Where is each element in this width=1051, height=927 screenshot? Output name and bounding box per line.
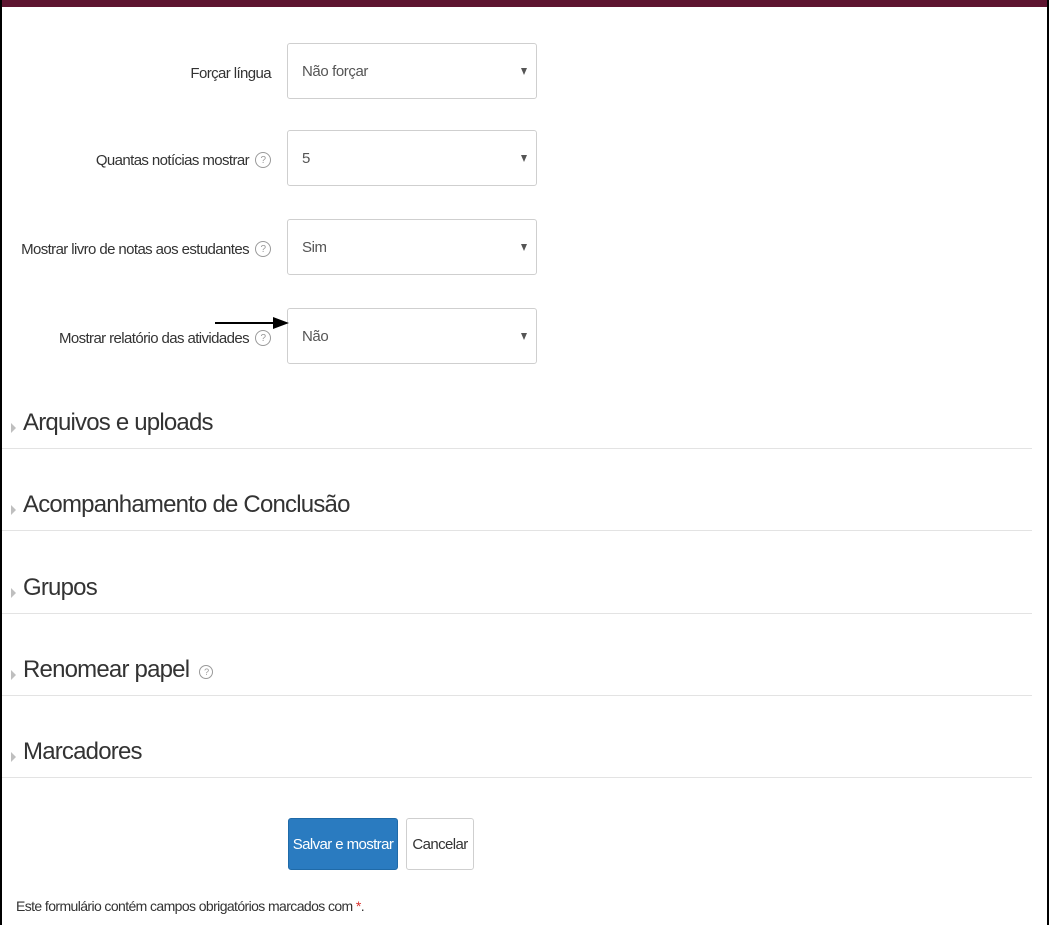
top-bar: [2, 0, 1047, 7]
section-rename-role[interactable]: Renomear papel ?: [2, 655, 1032, 696]
section-title-text: Acompanhamento de Conclusão: [23, 491, 350, 518]
force-language-select[interactable]: Não forçar: [287, 43, 537, 99]
section-title-text: Arquivos e uploads: [23, 409, 214, 436]
required-fields-note: Este formulário contém campos obrigatóri…: [16, 898, 365, 914]
section-title: Marcadores: [23, 737, 143, 767]
field-label-force-language: Forçar língua: [190, 43, 271, 103]
select-value: Sim: [302, 238, 327, 256]
caret-down-icon: [521, 333, 527, 340]
form-row-activity-report: Mostrar relatório das atividades ? Não: [2, 308, 1047, 368]
cancel-button[interactable]: Cancelar: [406, 818, 474, 870]
news-count-select[interactable]: 5: [287, 130, 537, 186]
section-title-text: Renomear papel: [23, 656, 190, 683]
section-title-text: Marcadores: [23, 738, 143, 765]
caret-down-icon: [521, 155, 527, 162]
gradebook-select[interactable]: Sim: [287, 219, 537, 275]
select-value: Não forçar: [302, 62, 369, 80]
save-and-display-button[interactable]: Salvar e mostrar: [288, 818, 398, 870]
form-row-gradebook: Mostrar livro de notas aos estudantes ? …: [2, 219, 1047, 279]
caret-right-icon: [11, 588, 16, 598]
help-icon[interactable]: ?: [255, 330, 271, 346]
caret-down-icon: [521, 68, 527, 75]
field-label-text: Quantas notícias mostrar: [95, 151, 250, 169]
caret-right-icon: [11, 752, 16, 762]
select-value: Não: [302, 327, 329, 345]
required-note-suffix: .: [360, 898, 365, 914]
field-label-gradebook: Mostrar livro de notas aos estudantes ?: [21, 219, 271, 279]
caret-down-icon: [521, 244, 527, 251]
section-tags[interactable]: Marcadores: [2, 737, 1032, 778]
section-title: Grupos: [23, 573, 98, 603]
help-icon[interactable]: ?: [199, 665, 214, 679]
field-label-text: Mostrar livro de notas aos estudantes: [21, 240, 250, 258]
field-label-text: Forçar língua: [190, 64, 271, 82]
arrow-right-icon: [215, 317, 289, 329]
page-frame: Forçar língua Não forçar Quantas notícia…: [0, 0, 1049, 925]
caret-right-icon: [11, 423, 16, 433]
section-groups[interactable]: Grupos: [2, 573, 1032, 614]
section-title: Arquivos e uploads: [23, 408, 214, 438]
select-value: 5: [302, 149, 310, 167]
section-files-uploads[interactable]: Arquivos e uploads: [2, 408, 1032, 449]
caret-right-icon: [11, 670, 16, 680]
section-title-text: Grupos: [23, 574, 98, 601]
caret-right-icon: [11, 505, 16, 515]
help-icon[interactable]: ?: [255, 241, 271, 257]
field-label-news-count: Quantas notícias mostrar ?: [96, 130, 271, 190]
section-completion-tracking[interactable]: Acompanhamento de Conclusão: [2, 490, 1032, 531]
help-icon[interactable]: ?: [255, 152, 271, 168]
activity-report-select[interactable]: Não: [287, 308, 537, 364]
required-note-text: Este formulário contém campos obrigatóri…: [16, 898, 353, 914]
form-row-news-count: Quantas notícias mostrar ? 5: [2, 130, 1047, 190]
section-title: Acompanhamento de Conclusão: [23, 490, 350, 520]
form-row-force-language: Forçar língua Não forçar: [2, 43, 1047, 103]
section-title: Renomear papel ?: [23, 655, 214, 685]
field-label-text: Mostrar relatório das atividades: [58, 329, 250, 347]
